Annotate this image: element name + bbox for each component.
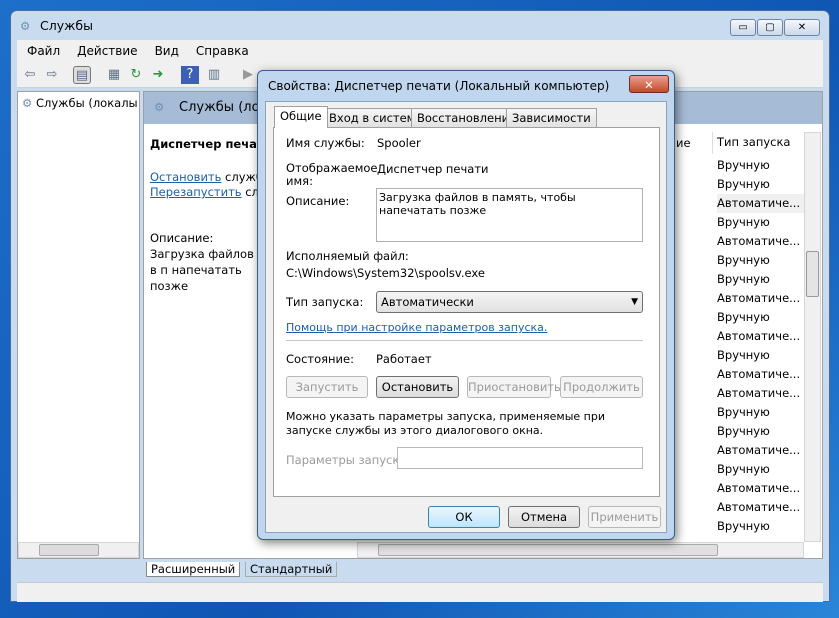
minimize-button[interactable]: ▭ bbox=[730, 19, 756, 36]
tab-extended[interactable]: Расширенный bbox=[146, 562, 241, 577]
params-label: Параметры запуска: bbox=[286, 453, 411, 467]
refresh-icon[interactable]: ↻ bbox=[127, 66, 145, 84]
list-row-startup-type[interactable]: Автоматиче... bbox=[717, 441, 805, 460]
cancel-button[interactable]: Отмена bbox=[508, 506, 580, 528]
list-row-startup-type[interactable]: Вручную bbox=[717, 175, 805, 194]
pane-service-name: Диспетчер печати bbox=[150, 137, 272, 151]
list-row-startup-type[interactable]: Автоматиче... bbox=[717, 232, 805, 251]
list-row-startup-type[interactable]: Вручную bbox=[717, 517, 805, 536]
status-label: Состояние: bbox=[286, 352, 354, 366]
params-hint: Можно указать параметры запуска, применя… bbox=[286, 410, 605, 437]
menu-view[interactable]: Вид bbox=[155, 44, 179, 58]
window-title: Службы bbox=[40, 18, 93, 33]
list-row-startup-type[interactable]: Автоматиче... bbox=[717, 327, 805, 346]
list-row-startup-type[interactable]: Вручную bbox=[717, 270, 805, 289]
pane-description: Загрузка файлов в п напечатать позже bbox=[150, 247, 254, 293]
description-label: Описание: bbox=[286, 194, 350, 208]
start-service-icon[interactable]: ▶ bbox=[239, 66, 257, 84]
properties-icon[interactable]: ▦ bbox=[105, 66, 123, 84]
menu-file[interactable]: Файл bbox=[27, 44, 60, 58]
tab-general[interactable]: Общие bbox=[274, 106, 328, 128]
list-row-startup-type[interactable]: Вручную bbox=[717, 213, 805, 232]
list-vertical-scrollbar[interactable] bbox=[804, 132, 821, 542]
exe-path: C:\Windows\System32\spoolsv.exe bbox=[286, 266, 485, 280]
action-pane-icon[interactable]: ▥ bbox=[205, 66, 223, 84]
services-icon: ⚙ bbox=[22, 96, 33, 110]
stop-button[interactable]: Остановить bbox=[376, 376, 459, 398]
properties-dialog: Свойства: Диспетчер печати (Локальный ко… bbox=[257, 70, 675, 540]
startup-type-label: Тип запуска: bbox=[286, 295, 364, 309]
list-row-startup-type[interactable]: Автоматиче... bbox=[717, 365, 805, 384]
general-tab-page: Имя службы: Spooler Отображаемое имя: Ди… bbox=[273, 127, 660, 497]
params-input[interactable] bbox=[397, 447, 643, 469]
export-icon[interactable]: ➜ bbox=[149, 66, 167, 84]
chevron-down-icon: ▼ bbox=[631, 297, 638, 307]
display-name-label: Отображаемое имя: bbox=[286, 161, 378, 188]
help-icon[interactable]: ? bbox=[181, 66, 199, 84]
list-row-startup-type[interactable]: Вручную bbox=[717, 346, 805, 365]
column-header-startup-type[interactable]: Тип запуска bbox=[712, 132, 804, 154]
list-row-startup-type[interactable]: Автоматиче... bbox=[717, 194, 805, 213]
exe-label: Исполняемый файл: bbox=[286, 249, 409, 263]
close-button[interactable]: ✕ bbox=[784, 19, 820, 36]
status-value: Работает bbox=[376, 352, 432, 366]
divider bbox=[286, 340, 643, 341]
menu-action[interactable]: Действие bbox=[77, 44, 137, 58]
forward-icon[interactable]: ⇨ bbox=[43, 66, 61, 84]
tree-horizontal-scrollbar[interactable] bbox=[18, 542, 139, 558]
list-row-startup-type[interactable]: Вручную bbox=[717, 403, 805, 422]
pause-button[interactable]: Приостановить bbox=[467, 376, 561, 398]
services-icon: ⚙ bbox=[20, 19, 31, 33]
tree-pane: ⚙ Службы (локалы bbox=[17, 91, 140, 559]
back-icon[interactable]: ⇦ bbox=[21, 66, 39, 84]
status-bar bbox=[17, 582, 823, 602]
display-name-value: Диспетчер печати bbox=[377, 162, 489, 176]
pane-description-label: Описание: bbox=[150, 231, 214, 245]
dialog-title: Свойства: Диспетчер печати (Локальный ко… bbox=[268, 79, 610, 93]
show-tree-icon[interactable]: ▤ bbox=[73, 66, 91, 84]
dialog-close-button[interactable]: ✕ bbox=[629, 75, 669, 93]
list-row-startup-type[interactable]: Автоматиче... bbox=[717, 289, 805, 308]
tab-dependencies[interactable]: Зависимости bbox=[506, 108, 597, 128]
service-name-value: Spooler bbox=[377, 136, 421, 150]
maximize-button[interactable]: ▢ bbox=[757, 19, 783, 36]
dialog-body: Общие Вход в систему Восстановление Зави… bbox=[265, 101, 667, 533]
list-row-startup-type[interactable]: Автоматиче... bbox=[717, 479, 805, 498]
menu-bar: Файл Действие Вид Справка bbox=[17, 40, 823, 62]
list-row-startup-type[interactable]: Вручную bbox=[717, 251, 805, 270]
startup-help-link[interactable]: Помощь при настройке параметров запуска. bbox=[286, 321, 547, 334]
tab-standard[interactable]: Стандартный bbox=[245, 562, 338, 577]
list-row-startup-type[interactable]: Вручную bbox=[717, 308, 805, 327]
list-row-startup-type[interactable]: Вручную bbox=[717, 422, 805, 441]
service-name-label: Имя службы: bbox=[286, 136, 365, 150]
startup-type-select[interactable]: Автоматически ▼ bbox=[376, 291, 643, 313]
description-textbox[interactable]: Загрузка файлов в память, чтобы напечата… bbox=[376, 188, 643, 242]
resume-button[interactable]: Продолжить bbox=[560, 376, 643, 398]
list-row-startup-type[interactable]: Вручную bbox=[717, 460, 805, 479]
menu-help[interactable]: Справка bbox=[196, 44, 249, 58]
ok-button[interactable]: ОК bbox=[428, 506, 500, 528]
stop-service-link[interactable]: Остановить bbox=[150, 170, 221, 184]
start-button[interactable]: Запустить bbox=[286, 376, 368, 398]
apply-button[interactable]: Применить bbox=[588, 506, 661, 528]
list-horizontal-scrollbar[interactable] bbox=[357, 542, 804, 558]
list-row-startup-type[interactable]: Автоматиче... bbox=[717, 498, 805, 517]
restart-service-link[interactable]: Перезапустить bbox=[150, 185, 242, 199]
tree-item-services-local[interactable]: ⚙ Службы (локалы bbox=[22, 96, 140, 110]
column-header-partial[interactable]: ие bbox=[676, 136, 691, 150]
list-row-startup-type[interactable]: Автоматиче... bbox=[717, 384, 805, 403]
list-row-startup-type[interactable]: Вручную bbox=[717, 156, 805, 175]
